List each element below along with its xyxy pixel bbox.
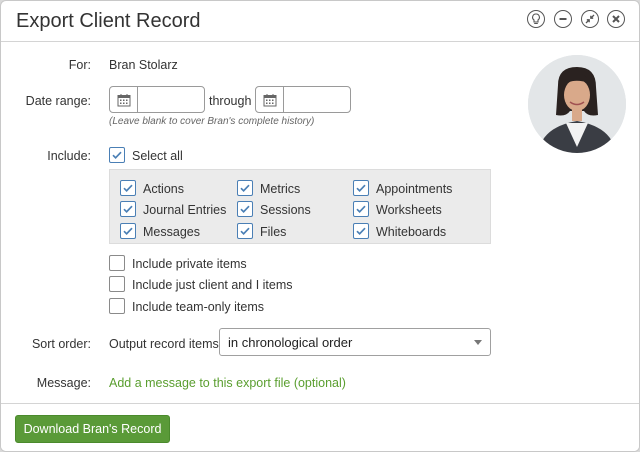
dialog-footer: Download Bran's Record — [1, 403, 639, 451]
include-sessions-label: Sessions — [260, 203, 311, 217]
include-team-only-label: Include team-only items — [132, 300, 265, 314]
select-all-checkbox[interactable] — [109, 147, 125, 163]
include-private-checkbox[interactable] — [109, 255, 125, 271]
include-appointments-checkbox[interactable] — [353, 180, 369, 196]
client-name: Bran Stolarz — [109, 58, 178, 72]
include-actions-checkbox[interactable] — [120, 180, 136, 196]
collapse-icon[interactable] — [581, 10, 599, 28]
add-message-link[interactable]: Add a message to this export file (optio… — [109, 376, 346, 390]
message-label: Message: — [36, 376, 91, 390]
include-metrics-label: Metrics — [260, 182, 301, 196]
include-journal-entries-checkbox[interactable] — [120, 201, 136, 217]
include-client-and-i-label: Include just client and I items — [132, 278, 293, 292]
dialog-title: Export Client Record — [16, 10, 201, 32]
chevron-down-icon — [474, 340, 482, 345]
export-dialog: Export Client Record For: Bran Stolarz D… — [0, 0, 640, 452]
date-from-input[interactable] — [109, 86, 205, 113]
date-to-input[interactable] — [255, 86, 351, 113]
close-icon[interactable] — [607, 10, 625, 28]
include-appointments-label: Appointments — [376, 182, 453, 196]
calendar-icon[interactable] — [256, 87, 284, 112]
include-private-label: Include private items — [132, 257, 247, 271]
include-actions-label: Actions — [143, 182, 184, 196]
sort-order-label: Sort order: — [31, 337, 91, 351]
include-messages-label: Messages — [143, 225, 200, 239]
include-team-only-checkbox[interactable] — [109, 298, 125, 314]
download-record-button[interactable]: Download Bran's Record — [15, 415, 170, 443]
include-sessions-checkbox[interactable] — [237, 201, 253, 217]
sort-prefix-label: Output record items — [109, 337, 219, 351]
date-range-hint: (Leave blank to cover Bran's complete hi… — [109, 116, 315, 127]
include-files-label: Files — [260, 225, 287, 239]
date-range-label: Date range: — [25, 94, 91, 108]
avatar — [528, 55, 626, 153]
include-worksheets-checkbox[interactable] — [353, 201, 369, 217]
include-metrics-checkbox[interactable] — [237, 180, 253, 196]
lightbulb-icon[interactable] — [527, 10, 545, 28]
include-label: Include: — [47, 149, 91, 163]
include-journal-entries-label: Journal Entries — [143, 203, 227, 217]
minimize-icon[interactable] — [554, 10, 572, 28]
include-messages-checkbox[interactable] — [120, 223, 136, 239]
sort-order-select[interactable]: in chronological order — [219, 328, 491, 356]
include-whiteboards-checkbox[interactable] — [353, 223, 369, 239]
through-label: through — [209, 94, 252, 108]
include-files-checkbox[interactable] — [237, 223, 253, 239]
calendar-icon[interactable] — [110, 87, 138, 112]
include-whiteboards-label: Whiteboards — [376, 225, 447, 239]
for-label: For: — [68, 58, 91, 72]
dialog-titlebar: Export Client Record — [1, 1, 639, 42]
sort-order-value: in chronological order — [228, 335, 353, 350]
include-client-and-i-checkbox[interactable] — [109, 276, 125, 292]
include-worksheets-label: Worksheets — [376, 203, 442, 217]
select-all-label: Select all — [132, 149, 183, 163]
